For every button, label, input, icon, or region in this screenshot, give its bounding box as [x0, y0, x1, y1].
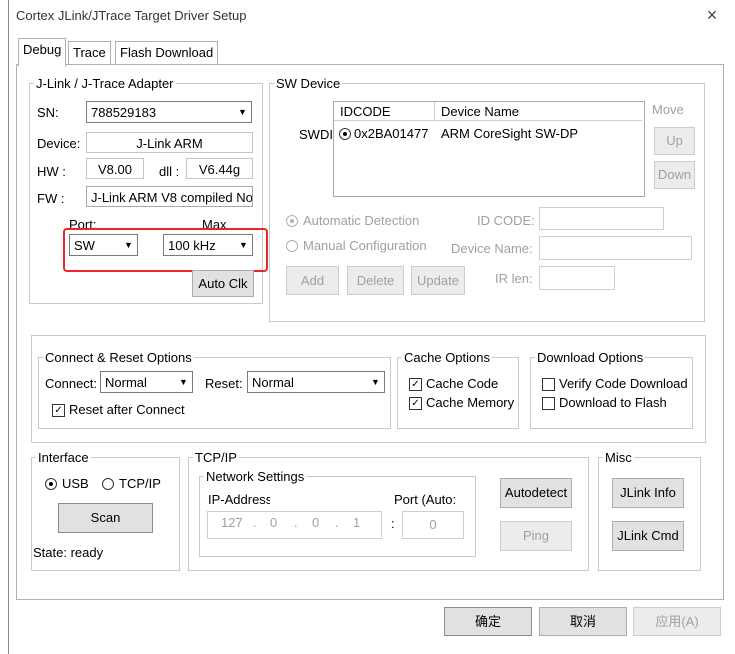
ip-address-label: IP-Address — [208, 492, 270, 507]
verify-download-checkbox[interactable] — [542, 378, 555, 391]
state-text: State: ready — [33, 545, 104, 560]
tcpip-label: TCP/IP — [119, 476, 161, 491]
verify-download-label: Verify Code Download — [559, 376, 688, 391]
highlight-box — [63, 228, 268, 272]
device-name-input[interactable] — [539, 236, 692, 260]
manual-config-radio[interactable] — [286, 240, 298, 252]
col-idcode-label: IDCODE — [340, 104, 391, 119]
download-to-flash-label: Download to Flash — [559, 395, 667, 410]
fw-label: FW : — [37, 191, 65, 206]
cache-code-label: Cache Code — [426, 376, 499, 391]
chevron-down-icon: ▼ — [238, 107, 247, 117]
add-button[interactable]: Add — [286, 266, 339, 295]
port-colon: : — [391, 516, 395, 531]
tcpip-legend: TCP/IP — [195, 450, 237, 465]
col-name-label: Device Name — [441, 104, 520, 119]
connect-label: Connect: — [45, 376, 98, 391]
swd-label: SWDI — [299, 127, 333, 142]
auto-clk-button[interactable]: Auto Clk — [192, 270, 254, 297]
close-icon[interactable]: × — [704, 5, 720, 25]
adapter-legend: J-Link / J-Trace Adapter — [36, 76, 174, 91]
autodetect-button[interactable]: Autodetect — [500, 478, 572, 508]
update-button[interactable]: Update — [411, 266, 465, 295]
dll-value: V6.44g — [186, 158, 253, 179]
tcpip-radio[interactable] — [102, 478, 114, 490]
usb-label: USB — [62, 476, 89, 491]
cancel-button[interactable]: 取消 — [539, 607, 627, 636]
device-label: Device: — [37, 136, 81, 151]
tab-flash-download[interactable]: Flash Download — [115, 41, 219, 64]
port-input[interactable]: 0 — [402, 511, 464, 539]
window-title: Cortex JLink/JTrace Target Driver Setup — [16, 8, 247, 23]
ip-dot-3: . — [335, 515, 339, 530]
ping-button[interactable]: Ping — [500, 521, 572, 551]
misc-legend: Misc — [605, 450, 632, 465]
ip-octet-3: 0 — [312, 515, 320, 530]
row-device-name: ARM CoreSight SW-DP — [441, 126, 579, 141]
interface-legend: Interface — [38, 450, 89, 465]
col-name-header[interactable]: Device Name — [435, 102, 642, 121]
download-to-flash-checkbox[interactable] — [542, 397, 555, 410]
chevron-down-icon: ▼ — [179, 377, 188, 387]
ir-len-label: IR len: — [495, 271, 533, 286]
auto-detect-radio[interactable] — [286, 215, 298, 227]
cache-code-checkbox[interactable]: ✓ — [409, 378, 422, 391]
reset-after-connect-label: Reset after Connect — [69, 402, 185, 417]
network-settings-legend: Network Settings — [206, 469, 305, 484]
auto-detect-label: Automatic Detection — [303, 213, 420, 228]
sw-device-legend: SW Device — [276, 76, 341, 91]
cache-options-legend: Cache Options — [404, 350, 490, 365]
manual-config-label: Manual Configuration — [303, 238, 427, 253]
port-auto-label: Port (Auto: — [394, 492, 457, 507]
connect-value: Normal — [105, 375, 147, 390]
misc-group: Misc — [598, 450, 701, 571]
sn-value: 788529183 — [91, 105, 157, 120]
move-up-button[interactable]: Up — [654, 127, 695, 155]
ip-dot-2: . — [294, 515, 298, 530]
reset-select[interactable]: Normal ▼ — [247, 371, 385, 393]
hw-value: V8.00 — [86, 158, 144, 179]
move-down-button[interactable]: Down — [654, 161, 695, 189]
download-options-legend: Download Options — [537, 350, 644, 365]
id-code-label: ID CODE: — [477, 213, 535, 228]
ip-octet-2: 0 — [270, 515, 278, 530]
connect-select[interactable]: Normal ▼ — [100, 371, 193, 393]
id-code-input[interactable] — [539, 207, 664, 230]
hw-label: HW : — [37, 164, 66, 179]
jlink-info-button[interactable]: JLink Info — [612, 478, 684, 508]
scan-button[interactable]: Scan — [58, 503, 153, 533]
cache-memory-label: Cache Memory — [426, 395, 515, 410]
sn-label: SN: — [37, 105, 59, 120]
cache-memory-checkbox[interactable]: ✓ — [409, 397, 422, 410]
delete-button[interactable]: Delete — [347, 266, 404, 295]
reset-value: Normal — [252, 375, 294, 390]
usb-radio[interactable] — [45, 478, 57, 490]
chevron-down-icon: ▼ — [371, 377, 380, 387]
tab-debug[interactable]: Debug — [18, 38, 67, 67]
connect-reset-legend: Connect & Reset Options — [45, 350, 192, 365]
reset-after-connect-checkbox[interactable]: ✓ — [52, 404, 65, 417]
ip-dot-1: . — [253, 515, 257, 530]
move-label: Move — [652, 102, 684, 117]
device-value: J-Link ARM — [86, 132, 253, 153]
dll-label: dll : — [159, 164, 180, 179]
tab-trace[interactable]: Trace — [68, 41, 111, 64]
ir-len-input[interactable] — [539, 266, 615, 290]
reset-label: Reset: — [205, 376, 243, 391]
ip-octet-1: 127 — [221, 515, 243, 530]
device-name-label: Device Name: — [451, 241, 533, 256]
row-select-radio[interactable] — [339, 128, 351, 140]
fw-value: J-Link ARM V8 compiled No — [86, 186, 253, 207]
row-idcode: 0x2BA01477 — [354, 126, 429, 141]
ip-octet-4: 1 — [353, 515, 361, 530]
jlink-cmd-button[interactable]: JLink Cmd — [612, 521, 684, 551]
col-idcode-header[interactable]: IDCODE — [334, 102, 435, 121]
ok-button[interactable]: 确定 — [444, 607, 532, 636]
sn-select[interactable]: 788529183 ▼ — [86, 101, 252, 123]
apply-button[interactable]: 应用(A) — [633, 607, 721, 636]
